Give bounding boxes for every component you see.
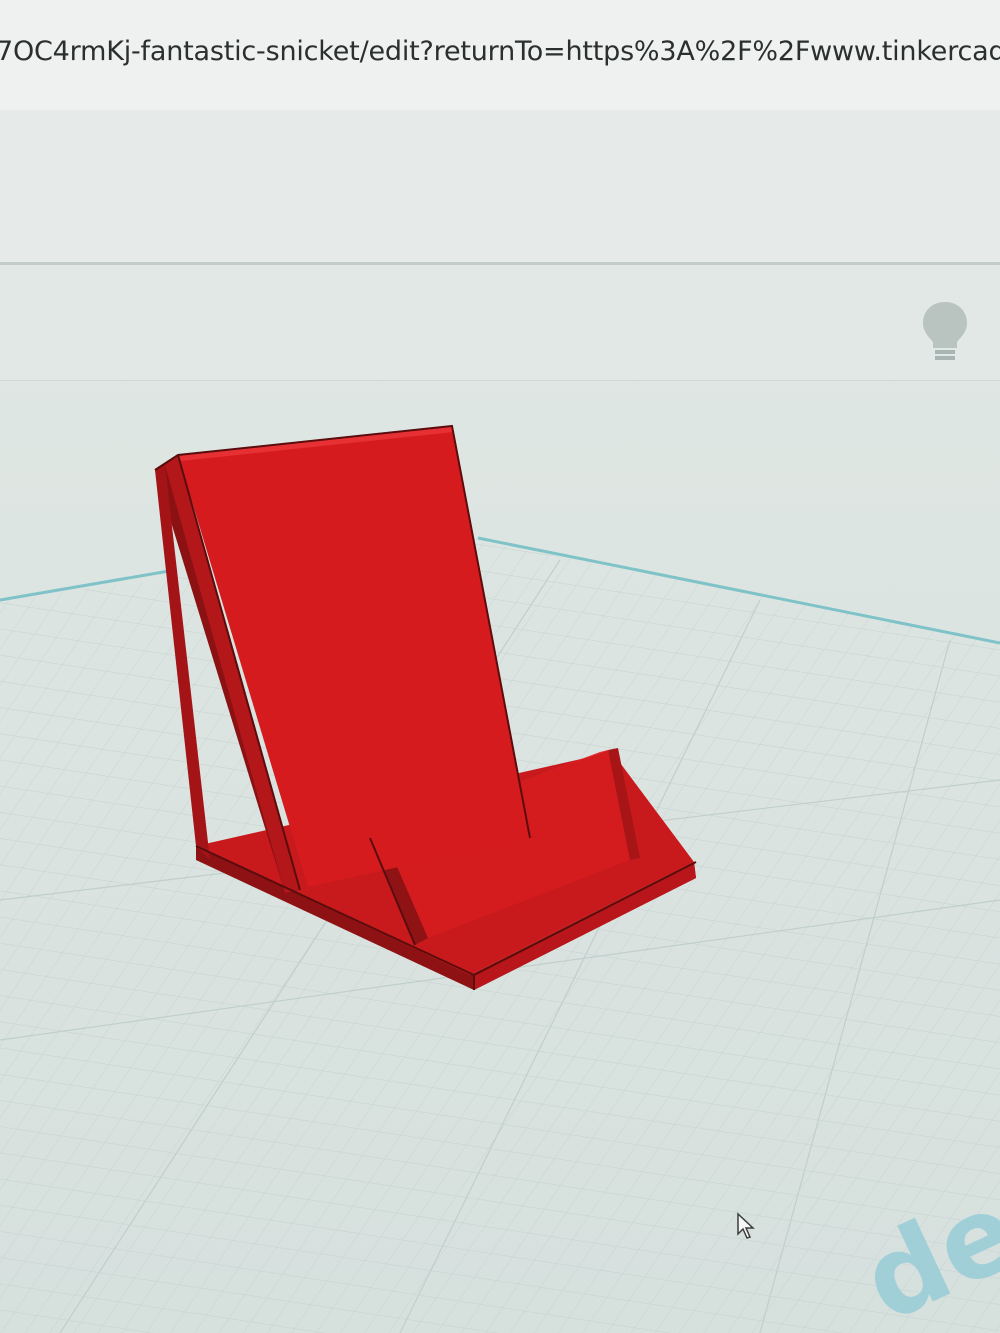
- editor-toolbar: [0, 110, 1000, 265]
- editor-panel-row: [0, 265, 1000, 381]
- svg-text:de: de: [850, 1166, 1000, 1333]
- url-text[interactable]: 7OC4rmKj-fantastic-snicket/edit?returnTo…: [0, 36, 1000, 67]
- watermark-text: de: [850, 1166, 1000, 1333]
- lightbulb-icon[interactable]: [920, 300, 970, 364]
- mouse-pointer-icon: [737, 1212, 755, 1239]
- tinkercad-screen: 7OC4rmKj-fantastic-snicket/edit?returnTo…: [0, 0, 1000, 1333]
- browser-address-bar[interactable]: 7OC4rmKj-fantastic-snicket/edit?returnTo…: [0, 0, 1000, 111]
